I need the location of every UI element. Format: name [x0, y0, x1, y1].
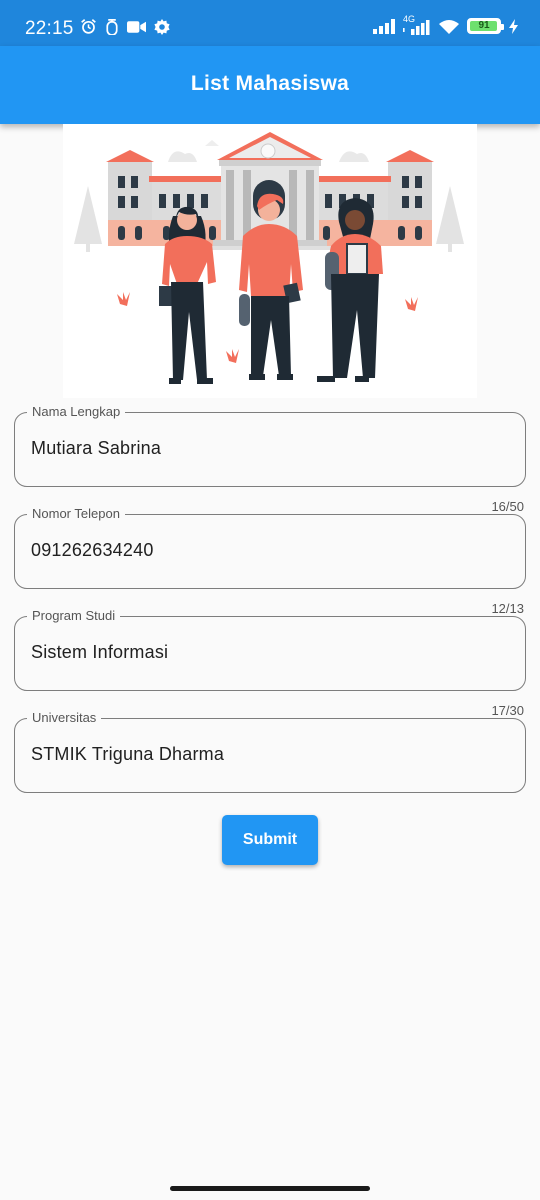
full-name-counter: 16/50	[491, 499, 524, 514]
study-program-input[interactable]: Sistem Informasi	[31, 642, 168, 663]
alarm-icon	[81, 19, 96, 34]
app-bar: List Mahasiswa	[0, 46, 540, 124]
signal-icon	[373, 18, 395, 34]
phone-number-field[interactable]: Nomor Telepon 091262634240	[14, 506, 526, 589]
submit-button[interactable]: Submit	[222, 815, 318, 865]
page-title: List Mahasiswa	[190, 72, 350, 95]
battery-level: 91	[478, 20, 490, 31]
home-indicator[interactable]	[170, 1186, 370, 1191]
signal-4g-icon: 4G	[403, 14, 431, 35]
phone-number-label: Nomor Telepon	[27, 506, 125, 522]
university-input[interactable]: STMIK Triguna Dharma	[31, 744, 224, 765]
status-time: 22:15	[25, 18, 74, 39]
study-program-field[interactable]: Program Studi Sistem Informasi	[14, 608, 526, 691]
full-name-label: Nama Lengkap	[27, 404, 126, 420]
battery-tip	[501, 24, 504, 30]
full-name-input[interactable]: Mutiara Sabrina	[31, 438, 161, 459]
study-program-label: Program Studi	[27, 608, 121, 624]
status-left-icons	[80, 18, 170, 35]
university-field[interactable]: Universitas STMIK Triguna Dharma	[14, 710, 526, 793]
notification-icon	[106, 19, 118, 35]
charging-icon	[509, 18, 518, 34]
status-right-icons: 4G 91	[373, 14, 518, 35]
phone-number-input[interactable]: 091262634240	[31, 540, 154, 561]
video-camera-icon	[127, 20, 146, 33]
battery-icon: 91	[467, 18, 504, 34]
gear-icon	[154, 18, 170, 35]
full-name-field[interactable]: Nama Lengkap Mutiara Sabrina	[14, 404, 526, 487]
university-label: Universitas	[27, 710, 102, 726]
wifi-icon	[439, 19, 459, 34]
phone-number-counter: 12/13	[491, 601, 524, 616]
study-program-counter: 17/30	[491, 703, 524, 718]
students-campus-illustration	[63, 124, 477, 398]
status-bar: 22:15 4G 91	[0, 0, 540, 46]
